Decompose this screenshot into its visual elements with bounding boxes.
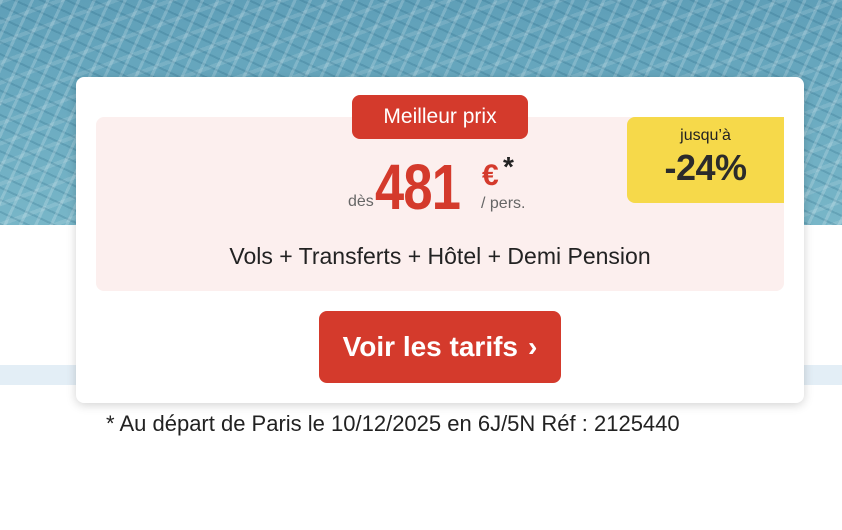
discount-prefix: jusqu’à [680, 127, 731, 144]
package-formula: Vols + Transferts + Hôtel + Demi Pension [229, 243, 651, 269]
price-unit: / pers. [481, 195, 526, 212]
price-asterisk: * [503, 151, 514, 182]
price-block: dès 481 € * / pers. [76, 151, 804, 225]
departure-footnote: * Au départ de Paris le 10/12/2025 en 6J… [106, 411, 680, 436]
price-currency: € [482, 159, 499, 192]
offer-card: Meilleur prix jusqu’à -24% dès 481 € * /… [76, 77, 804, 403]
price-from-label: dès [348, 193, 374, 210]
see-prices-label: Voir les tarifs [342, 331, 518, 362]
price-amount: 481 [375, 151, 461, 223]
chevron-right-icon: › [528, 331, 538, 362]
see-prices-button[interactable]: Voir les tarifs › [319, 311, 561, 383]
best-price-badge: Meilleur prix [352, 95, 528, 139]
